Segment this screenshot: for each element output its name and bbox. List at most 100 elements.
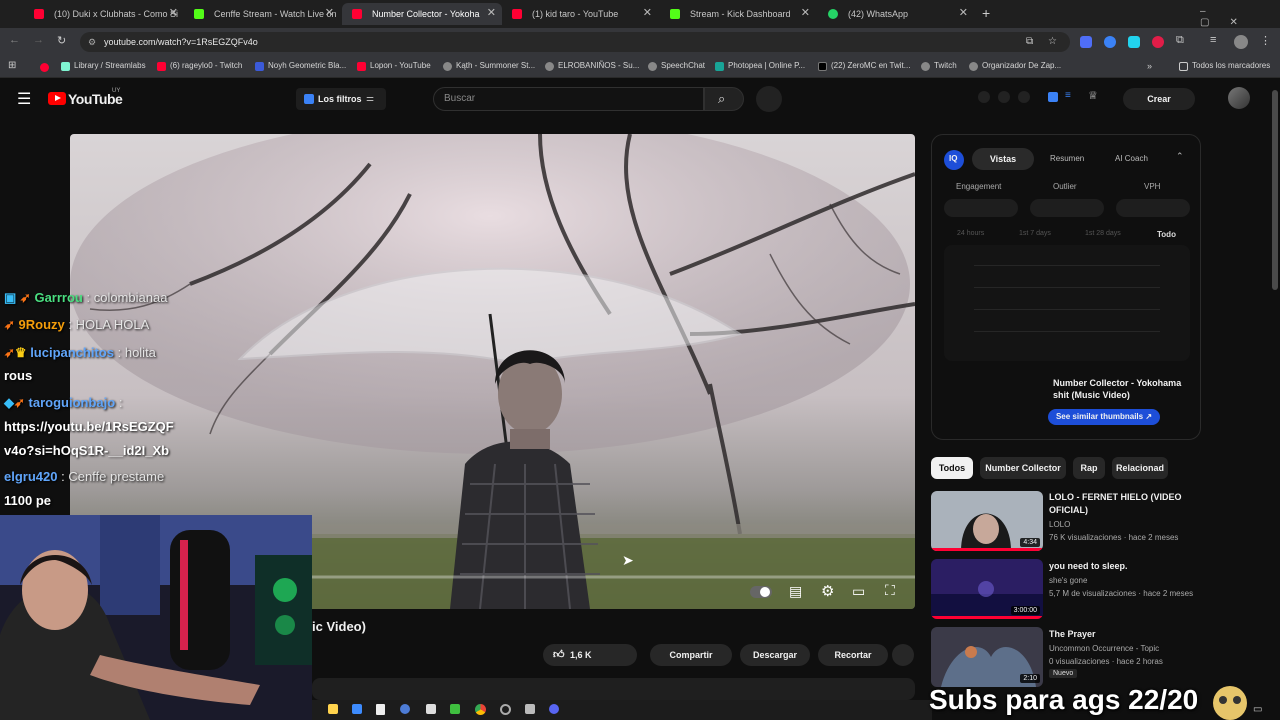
voice-search-button[interactable]	[756, 86, 782, 112]
channel-name[interactable]: LOLO	[1049, 520, 1070, 529]
browser-tab[interactable]: (42) WhatsApp ✕	[818, 3, 974, 25]
account-avatar[interactable]	[1228, 87, 1250, 109]
extension-icon[interactable]	[1080, 36, 1092, 48]
more-actions-button[interactable]	[892, 644, 914, 666]
browser-tab[interactable]: (10) Duki x Clubhats - Como Si ✕	[24, 3, 184, 25]
close-icon[interactable]: ✕	[325, 6, 334, 19]
fullscreen-icon[interactable]: ⛶	[885, 582, 895, 599]
close-icon[interactable]: ✕	[169, 6, 178, 19]
menu-hamburger-icon[interactable]: ☰	[17, 89, 31, 109]
chip-rap[interactable]: Rap	[1073, 457, 1105, 479]
tab-vistas[interactable]: Vistas	[972, 148, 1034, 170]
reading-list-icon[interactable]: ≡	[1210, 34, 1216, 46]
close-icon[interactable]: ✕	[801, 6, 810, 19]
bookmark-item[interactable]: ELROBANIÑOS - Su...	[545, 61, 639, 71]
install-icon[interactable]: ⧉	[1026, 32, 1033, 52]
search-input[interactable]: Buscar	[433, 87, 704, 111]
channel-name[interactable]: Uncommon Occurrence - Topic	[1049, 644, 1159, 653]
obs-icon[interactable]	[500, 704, 511, 715]
bookmark-item[interactable]: Library / Streamlabs	[61, 61, 146, 71]
bookmark-item[interactable]: Noyh Geometric Bla...	[255, 61, 346, 71]
profile-avatar[interactable]	[1234, 35, 1248, 49]
close-icon[interactable]: ✕	[487, 6, 496, 19]
video-title[interactable]: LOLO - FERNET HIELO (VIDEO OFICIAL)	[1049, 491, 1209, 517]
app-icon[interactable]	[525, 704, 535, 714]
close-icon[interactable]: ✕	[643, 6, 652, 19]
close-icon[interactable]: ✕	[959, 6, 968, 19]
similar-thumbnails-button[interactable]: See similar thumbnails ↗	[1048, 409, 1160, 425]
range-option-selected[interactable]: Todo	[1157, 230, 1176, 239]
description-box[interactable]	[312, 678, 915, 700]
bookmark-item[interactable]: Lopon - YouTube	[357, 61, 431, 71]
tab-ai-coach[interactable]: AI Coach	[1115, 154, 1148, 163]
bookmark-icon[interactable]	[40, 63, 49, 72]
extension-icon[interactable]	[1104, 36, 1116, 48]
extension-icon[interactable]	[1018, 91, 1030, 103]
app-icon[interactable]	[426, 704, 436, 714]
recommended-video[interactable]: 2:10 The Prayer Uncommon Occurrence - To…	[931, 627, 1231, 687]
forward-icon[interactable]: →	[33, 34, 44, 46]
bookmark-item[interactable]: Photopea | Online P...	[715, 61, 805, 71]
vidiq-icon[interactable]	[1048, 92, 1058, 102]
theater-mode-icon[interactable]: ▭	[852, 583, 865, 600]
settings-gear-icon[interactable]: ⚙	[821, 582, 834, 600]
list-icon[interactable]: ≡	[1065, 90, 1071, 101]
like-button[interactable]: 👍︎ 1,6 K	[543, 644, 637, 666]
range-option[interactable]: 1st 28 days	[1085, 230, 1121, 237]
video-title[interactable]: The Prayer	[1049, 628, 1209, 641]
bookmark-item[interactable]: Organizador De Zap...	[969, 61, 1061, 71]
channel-name[interactable]: she's gone	[1049, 576, 1087, 585]
subtitles-icon[interactable]: ▤	[789, 583, 802, 600]
chrome-icon[interactable]	[475, 704, 486, 715]
trophy-icon[interactable]: ♕	[1088, 89, 1098, 102]
recommended-video[interactable]: 3:00:00 you need to sleep. she's gone 5,…	[931, 559, 1231, 619]
create-button[interactable]: Crear	[1123, 88, 1195, 110]
chip-number-collector[interactable]: Number Collector	[980, 457, 1066, 479]
bookmark-star-icon[interactable]: ☆	[1048, 32, 1057, 52]
bookmark-item[interactable]: SpeechChat	[648, 61, 705, 71]
discord-icon[interactable]	[549, 704, 559, 714]
browser-tab[interactable]: (1) kid taro - YouTube ✕	[502, 3, 658, 25]
video-thumbnail[interactable]: 4:34	[931, 491, 1043, 551]
bookmark-item[interactable]: (6) rageylo0 - Twitch	[157, 61, 242, 71]
app-icon[interactable]	[450, 704, 460, 714]
browser-tab[interactable]: Stream - Kick Dashboard ✕	[660, 3, 816, 25]
more-bookmarks-icon[interactable]: »	[1147, 61, 1152, 71]
all-bookmarks-folder[interactable]: Todos los marcadores	[1179, 61, 1270, 71]
filters-button[interactable]: Los filtros ⚌	[296, 88, 386, 110]
new-tab-button[interactable]: +	[982, 5, 990, 21]
extension-icon[interactable]	[998, 91, 1010, 103]
collapse-icon[interactable]: ⌃	[1176, 151, 1184, 162]
back-icon[interactable]: ←	[9, 34, 20, 46]
search-button[interactable]: ⌕	[704, 87, 744, 111]
file-explorer-icon[interactable]	[328, 704, 338, 714]
document-icon[interactable]	[376, 704, 385, 715]
video-title[interactable]: you need to sleep.	[1049, 560, 1209, 573]
bookmark-item[interactable]: Twitch	[921, 61, 957, 71]
browser-tab[interactable]: Cenffe Stream - Watch Live on ✕	[184, 3, 340, 25]
app-icon[interactable]	[352, 704, 362, 714]
extension-icon[interactable]	[1152, 36, 1164, 48]
steam-icon[interactable]	[400, 704, 410, 714]
chip-relacionados[interactable]: Relacionad	[1112, 457, 1168, 479]
url-input[interactable]: ⚙ youtube.com/watch?v=1RsEGZQFv4o ⧉ ☆	[80, 32, 1070, 52]
range-option[interactable]: 24 hours	[957, 230, 984, 237]
extension-icon[interactable]	[978, 91, 990, 103]
tab-resumen[interactable]: Resumen	[1050, 154, 1084, 163]
recommended-video[interactable]: 4:34 LOLO - FERNET HIELO (VIDEO OFICIAL)…	[931, 491, 1231, 551]
range-option[interactable]: 1st 7 days	[1019, 230, 1051, 237]
chat-icon[interactable]: ▭	[1253, 704, 1262, 715]
bookmark-item[interactable]: (22) ZeroMC en Twit...	[818, 61, 910, 71]
menu-icon[interactable]: ⋮	[1260, 34, 1271, 47]
bookmark-item[interactable]: Kąth - Summoner St...	[443, 61, 535, 71]
share-button[interactable]: Compartir	[650, 644, 732, 666]
youtube-logo-icon[interactable]	[48, 92, 66, 105]
apps-grid-icon[interactable]: ⊞	[8, 60, 16, 71]
window-controls[interactable]: –▢✕	[1200, 6, 1280, 28]
browser-tab-active[interactable]: Number Collector - Yokoha ✕	[342, 3, 502, 25]
autoplay-toggle[interactable]	[750, 586, 772, 598]
video-thumbnail[interactable]: 3:00:00	[931, 559, 1043, 619]
extension-icon[interactable]	[1128, 36, 1140, 48]
clip-button[interactable]: Recortar	[818, 644, 888, 666]
reload-icon[interactable]: ↻	[57, 34, 66, 47]
